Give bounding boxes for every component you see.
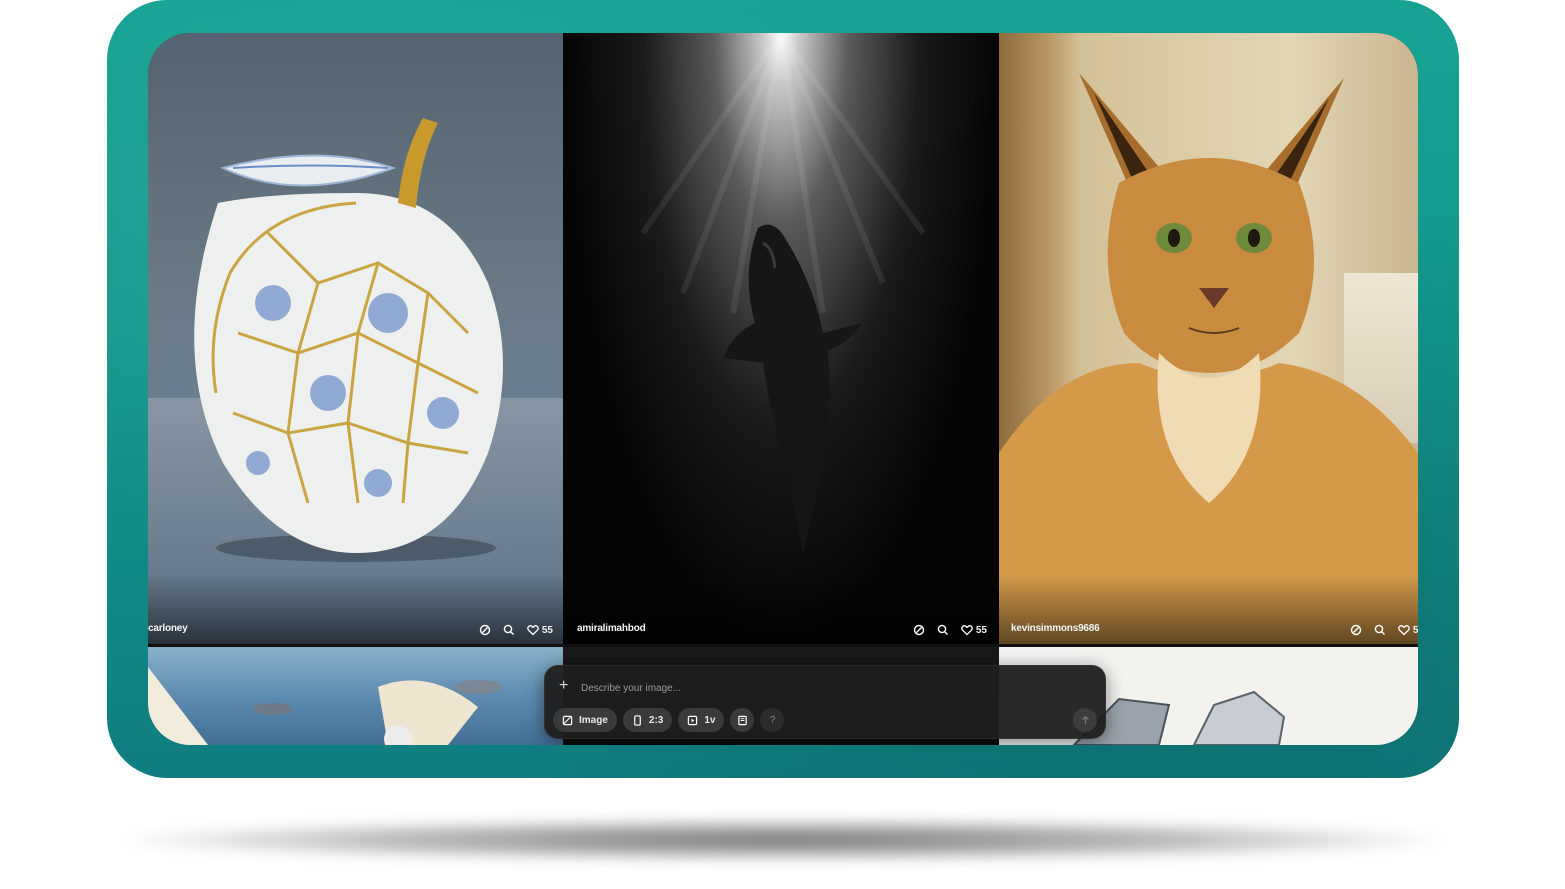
- prompt-options: Image 2:3 1v ?: [553, 708, 785, 732]
- plus-icon[interactable]: +: [559, 678, 568, 694]
- search-icon: [937, 624, 948, 635]
- app-screen: carloney 55 amiralimahbod 55 kevinsimmon…: [148, 33, 1418, 745]
- heart-icon: [961, 625, 973, 636]
- like-count: 50: [1412, 624, 1418, 636]
- remix-icon: [1350, 624, 1362, 636]
- device-frame: carloney 55 amiralimahbod 55 kevinsimmon…: [107, 0, 1459, 778]
- gallery-tile-4[interactable]: [148, 647, 563, 745]
- artwork-winged-scene: [148, 667, 502, 745]
- search-button[interactable]: [1374, 624, 1386, 636]
- search-icon: [1374, 624, 1385, 635]
- aspect-ratio-label: 2:3: [648, 714, 664, 726]
- arrow-up-icon: [1081, 715, 1089, 724]
- book-icon: [738, 715, 747, 725]
- device-shadow: [120, 818, 1445, 862]
- aspect-ratio-chip[interactable]: 2:3: [622, 708, 673, 732]
- tile-username[interactable]: carloney: [148, 623, 188, 634]
- gallery-tile-1[interactable]: carloney 55: [148, 33, 563, 644]
- like-button[interactable]: 50: [1398, 624, 1418, 636]
- search-button[interactable]: [937, 624, 949, 636]
- remix-button[interactable]: [479, 624, 491, 636]
- search-button[interactable]: [503, 624, 515, 636]
- tile-stats: 55: [479, 624, 553, 636]
- aspect-ratio-icon: [634, 714, 641, 726]
- play-icon: [688, 715, 698, 725]
- send-button[interactable]: [1073, 708, 1097, 732]
- remix-icon: [913, 624, 925, 636]
- tile-username[interactable]: kevinsimmons9686: [1011, 623, 1100, 634]
- image-icon: [562, 715, 573, 725]
- search-icon: [503, 624, 514, 635]
- like-button[interactable]: 55: [961, 624, 987, 636]
- artwork-porcelain-fruit: [194, 118, 503, 562]
- remix-button[interactable]: [913, 624, 925, 636]
- prompt-input[interactable]: [581, 680, 1061, 696]
- remix-icon: [479, 624, 491, 636]
- prompt-bar: + Image 2:3 1v ?: [544, 665, 1106, 739]
- tile-stats: 50: [1350, 624, 1418, 636]
- heart-icon: [1398, 625, 1410, 636]
- mode-chip[interactable]: Image: [553, 708, 617, 732]
- tile-username[interactable]: amiralimahbod: [577, 623, 646, 634]
- mode-label: Image: [579, 714, 608, 726]
- artwork-orca: [640, 33, 926, 553]
- remix-button[interactable]: [1350, 624, 1362, 636]
- like-count: 55: [541, 624, 553, 636]
- version-chip[interactable]: 1v: [678, 708, 725, 732]
- like-button[interactable]: 55: [527, 624, 553, 636]
- artwork-caracal: [999, 73, 1418, 644]
- gallery-tile-3[interactable]: kevinsimmons9686 50: [999, 33, 1418, 644]
- version-label: 1v: [704, 714, 716, 726]
- gallery-tile-2[interactable]: amiralimahbod 55: [563, 33, 999, 644]
- preset-button[interactable]: [730, 708, 755, 732]
- like-count: 55: [975, 624, 987, 636]
- heart-icon: [527, 625, 539, 636]
- tile-stats: 55: [913, 624, 987, 636]
- help-button[interactable]: ?: [760, 708, 785, 732]
